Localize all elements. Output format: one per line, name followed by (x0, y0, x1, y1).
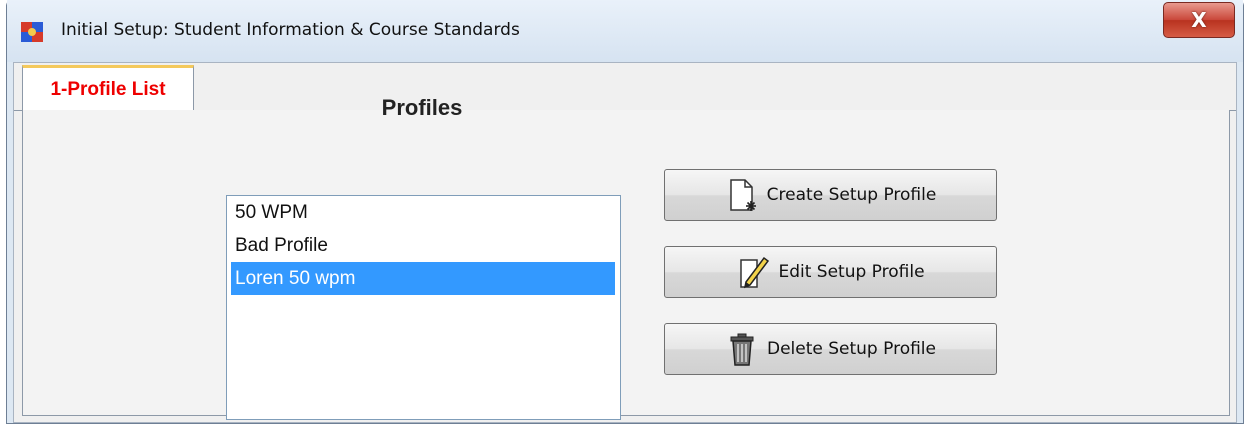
edit-pencil-icon (740, 256, 770, 289)
delete-setup-profile-button[interactable]: Delete Setup Profile (664, 323, 997, 375)
profiles-heading: Profiles (381, 95, 463, 120)
close-icon: X (1191, 8, 1207, 32)
list-item-selected[interactable]: Loren 50 wpm (231, 262, 615, 295)
edit-setup-profile-button[interactable]: Edit Setup Profile (664, 246, 997, 298)
list-item[interactable]: Bad Profile (227, 229, 620, 262)
list-item[interactable]: 50 WPM (227, 196, 620, 229)
create-setup-profile-button[interactable]: Create Setup Profile (664, 169, 997, 221)
title-bar[interactable]: Initial Setup: Student Information & Cou… (7, 0, 1243, 62)
delete-setup-profile-label: Delete Setup Profile (766, 339, 936, 359)
trash-can-icon (730, 333, 754, 366)
window-title: Initial Setup: Student Information & Cou… (61, 20, 520, 40)
client-area: 1-Profile List (13, 62, 1237, 423)
new-document-icon (729, 179, 756, 211)
app-icon (21, 22, 43, 42)
setup-window: Initial Setup: Student Information & Cou… (6, 0, 1244, 424)
profiles-listbox[interactable]: 50 WPM Bad Profile Loren 50 wpm (226, 195, 621, 420)
create-setup-profile-label: Create Setup Profile (766, 185, 937, 205)
close-button[interactable]: X (1163, 2, 1235, 38)
tab-strip: 1-Profile List (14, 63, 1236, 111)
edit-setup-profile-label: Edit Setup Profile (778, 262, 925, 282)
tab-profile-list[interactable]: 1-Profile List (22, 65, 194, 111)
tab-panel (22, 110, 1230, 416)
tab-label: 1-Profile List (50, 78, 166, 100)
